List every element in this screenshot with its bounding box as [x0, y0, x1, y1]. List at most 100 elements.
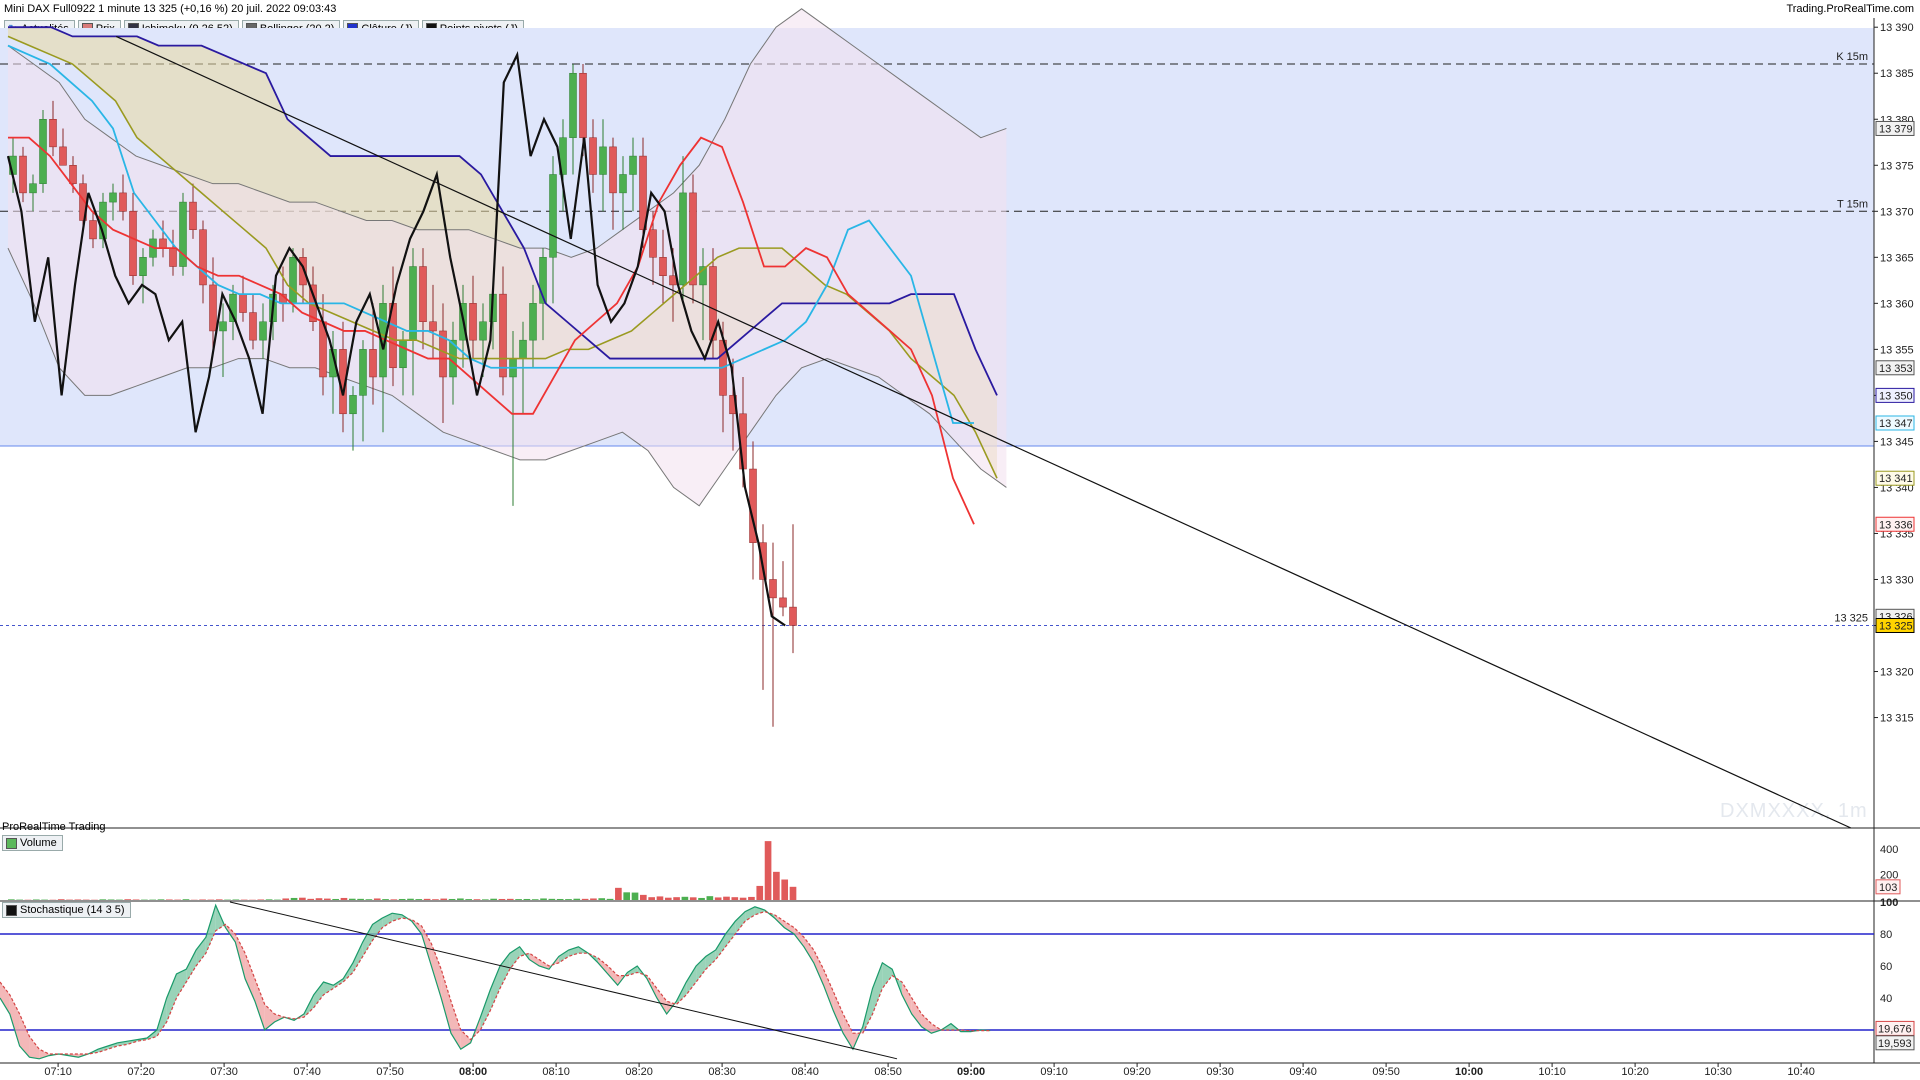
- volume-bar: [215, 899, 223, 900]
- volume-bar: [673, 897, 680, 900]
- time-tick-label: 07:20: [127, 1066, 155, 1078]
- stoch-fill: [529, 953, 540, 966]
- candle-body: [669, 275, 677, 286]
- volume-bar: [365, 899, 373, 900]
- candle-body: [89, 220, 97, 240]
- candle-body: [19, 155, 27, 194]
- trading-chart[interactable]: 13 31513 32013 32513 33013 33513 34013 3…: [0, 0, 1920, 1080]
- volume-bar: [457, 898, 464, 900]
- time-tick-label: 09:50: [1372, 1066, 1400, 1078]
- volume-bar: [182, 899, 190, 900]
- stoch-tick-label: 60: [1880, 961, 1892, 973]
- volume-bar: [548, 898, 556, 900]
- time-tick-label: 08:10: [542, 1066, 570, 1078]
- candle-body: [589, 137, 597, 175]
- volume-bar: [99, 899, 107, 900]
- time-tick-label: 07:40: [293, 1066, 321, 1078]
- time-tick-label: 07:50: [376, 1066, 404, 1078]
- candle-body: [219, 321, 227, 332]
- volume-bar: [506, 898, 514, 900]
- volume-bar: [714, 897, 722, 900]
- time-tick-label: 09:30: [1206, 1066, 1234, 1078]
- volume-bar: [698, 897, 705, 900]
- volume-last-tag: 103: [1879, 882, 1897, 894]
- volume-bar: [473, 899, 481, 900]
- volume-bar: [124, 899, 132, 900]
- candle-body: [129, 211, 137, 276]
- time-tick-label: 08:50: [874, 1066, 902, 1078]
- stoch-fill: [725, 921, 736, 947]
- candle-body: [49, 119, 57, 148]
- stoch-fill: [784, 921, 795, 934]
- stoch-fill: [245, 953, 255, 1002]
- candle-body: [419, 266, 427, 323]
- candle-body: [609, 146, 617, 194]
- candle-body: [429, 321, 437, 332]
- time-tick-label: 09:20: [1123, 1066, 1151, 1078]
- candle-body: [259, 321, 267, 341]
- time-tick-label: 07:10: [44, 1066, 72, 1078]
- volume-bar: [32, 899, 40, 900]
- stoch-legend[interactable]: Stochastique (14 3 5): [2, 902, 131, 918]
- volume-bar: [465, 899, 473, 900]
- candle-body: [619, 174, 627, 194]
- volume-bar: [157, 899, 165, 900]
- volume-bar: [789, 886, 797, 900]
- volume-legend[interactable]: Volume: [2, 835, 63, 851]
- candle-body: [139, 257, 147, 276]
- volume-bar: [440, 898, 448, 900]
- candle-body: [549, 174, 557, 258]
- last-price-inline-label: 13 325: [1834, 613, 1868, 625]
- candle-body: [499, 293, 507, 378]
- time-tick-label: 07:30: [210, 1066, 238, 1078]
- candle-body: [569, 72, 577, 138]
- volume-bar: [348, 898, 356, 900]
- price-tick-label: 13 375: [1880, 160, 1914, 172]
- stoch-fill: [843, 1014, 853, 1050]
- volume-bar: [373, 898, 381, 900]
- stoch-fill: [696, 956, 706, 982]
- candle-body: [579, 72, 587, 138]
- candle-body: [689, 192, 697, 286]
- price-tick-label: 13 385: [1880, 68, 1914, 80]
- volume-legend-label: Volume: [20, 837, 57, 849]
- volume-bar: [490, 898, 497, 900]
- volume-bar: [357, 898, 364, 900]
- time-tick-label: 10:10: [1538, 1066, 1566, 1078]
- candle-body: [529, 303, 537, 341]
- candle-body: [249, 312, 257, 341]
- price-tag-label: 13 350: [1879, 390, 1913, 402]
- volume-bar: [739, 897, 747, 900]
- volume-bar: [664, 897, 672, 900]
- volume-bar: [648, 897, 655, 900]
- stoch-swatch: [6, 904, 17, 916]
- candle-body: [629, 155, 637, 175]
- candle-body: [119, 192, 127, 212]
- candle-body: [789, 606, 797, 626]
- volume-bar: [689, 897, 697, 900]
- volume-bar: [723, 896, 730, 900]
- price-tick-label: 13 315: [1880, 713, 1914, 725]
- candle-body: [59, 146, 67, 166]
- volume-bar: [332, 898, 339, 900]
- time-tick-label: 10:30: [1704, 1066, 1732, 1078]
- stoch-fill: [352, 942, 363, 973]
- volume-bar: [556, 898, 564, 900]
- volume-bar: [540, 898, 547, 900]
- stoch-d-tag: 19,593: [1878, 1038, 1912, 1050]
- price-tick-label: 13 390: [1880, 22, 1914, 34]
- volume-bar: [257, 899, 265, 900]
- brand-label: ProRealTime Trading: [2, 821, 106, 833]
- volume-bar: [565, 899, 572, 900]
- candle-body: [479, 321, 487, 341]
- time-tick-label: 09:40: [1289, 1066, 1317, 1078]
- price-tick-label: 13 360: [1880, 298, 1914, 310]
- candle-body: [159, 238, 167, 249]
- time-tick-label: 09:10: [1040, 1066, 1068, 1078]
- volume-bar: [448, 898, 456, 900]
- stoch-fill: [313, 982, 324, 1008]
- candle-body: [779, 597, 787, 608]
- stoch-fill: [166, 974, 177, 1022]
- volume-bar: [432, 899, 439, 900]
- volume-bar: [748, 896, 755, 900]
